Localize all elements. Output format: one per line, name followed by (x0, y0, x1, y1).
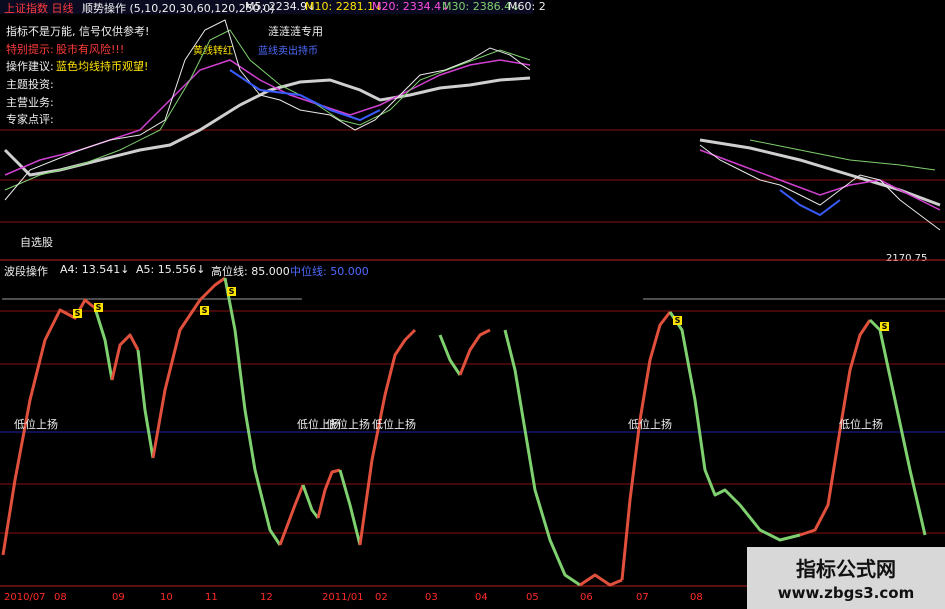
price-line-right (699, 144, 941, 231)
osc-up-segment (458, 328, 491, 376)
watermark-url: www.zbgs3.com (777, 584, 915, 602)
osc-up-segment (151, 276, 226, 459)
date-tick: 11 (205, 592, 218, 603)
osc-up-segment (358, 328, 417, 546)
date-tick: 08 (54, 592, 67, 603)
osc-down-segment (438, 334, 462, 376)
osc-up-segment (579, 573, 623, 587)
osc-up-segment (278, 484, 305, 546)
date-tick: 04 (475, 592, 488, 603)
oscillator-grid (0, 298, 945, 587)
osc-down-segment (338, 469, 362, 546)
date-tick: 12 (260, 592, 273, 603)
price-grid (0, 129, 945, 223)
date-tick: 02 (375, 592, 388, 603)
sell-marker: S (880, 322, 889, 331)
osc-down-segment (223, 277, 282, 546)
price-candles-right (699, 138, 941, 231)
low-up-label-3: 低位上扬 (326, 418, 370, 431)
watermark-title: 指标公式网 (796, 557, 896, 581)
osc-down-segment (503, 329, 581, 587)
osc-down-segment (93, 307, 114, 381)
ma-blue-line-right (779, 189, 841, 217)
watermark: 指标公式网 www.zbgs3.com (747, 547, 945, 609)
date-tick: 06 (580, 592, 593, 603)
date-tick: 10 (160, 592, 173, 603)
low-up-label-4: 低位上扬 (372, 418, 416, 431)
ma-magenta-line (4, 59, 531, 176)
date-tick: 08 (690, 592, 703, 603)
price-candles-left (3, 19, 531, 201)
sell-marker: S (673, 316, 682, 325)
low-up-label-1: 低位上扬 (14, 418, 58, 431)
low-up-label-6: 低位上扬 (839, 418, 883, 431)
date-tick: 2010/07 (4, 592, 46, 603)
osc-down-segment (301, 484, 320, 519)
osc-up-segment (316, 468, 341, 519)
osc-down-segment (668, 311, 801, 542)
ma-white-line (3, 76, 531, 177)
sell-marker: S (73, 309, 82, 318)
date-tick: 2011/01 (322, 592, 364, 603)
chart-canvas (0, 19, 945, 587)
date-tick: 07 (636, 592, 649, 603)
date-tick: 05 (526, 592, 539, 603)
osc-down-segment (136, 349, 155, 459)
date-tick: 03 (425, 592, 438, 603)
low-up-label-5: 低位上扬 (628, 418, 672, 431)
osc-up-segment (110, 333, 140, 381)
osc-up-segment (620, 311, 672, 581)
sell-marker: S (200, 306, 209, 315)
price-line (4, 19, 531, 201)
sell-marker: S (227, 287, 236, 296)
ma-green-line (4, 29, 531, 191)
date-tick: 09 (112, 592, 125, 603)
sell-marker: S (94, 303, 103, 312)
